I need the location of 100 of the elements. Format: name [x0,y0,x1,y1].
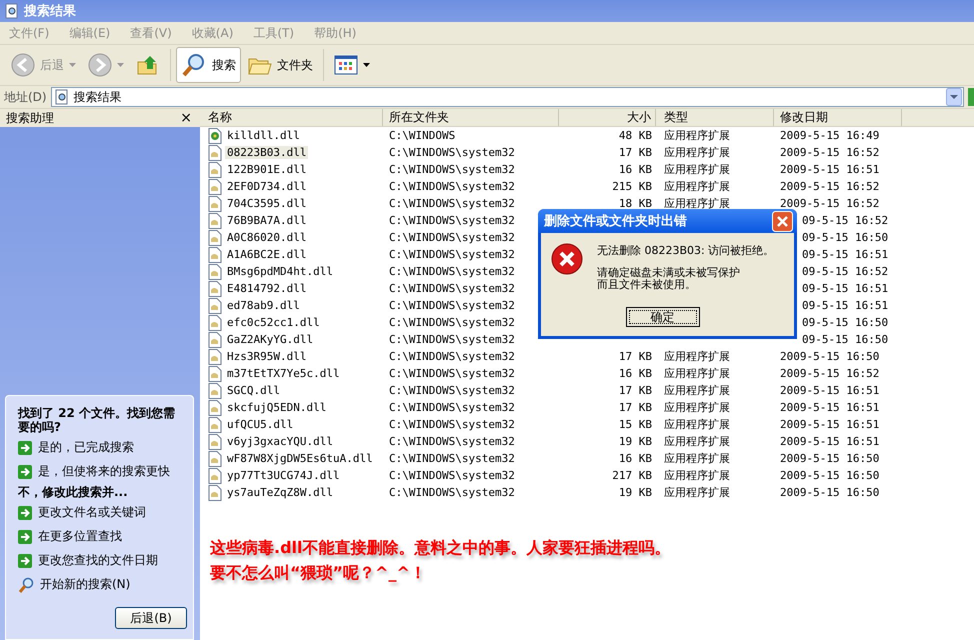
close-icon [772,210,793,232]
error-detail: 而且文件未被使用。 [597,279,697,291]
caret-icon [363,63,370,67]
option-link[interactable]: 更改您查找的文件日期 [38,552,158,569]
table-cell: 217 KB [612,469,652,482]
file-icon [208,246,222,262]
table-cell: C:\WINDOWS\system32 [389,333,515,346]
table-cell: 2009-5-15 16:49 [780,129,880,142]
table-cell: 19 KB [618,435,652,448]
results-heading: 找到了 22 个文件。找到您需要的吗? [18,406,176,434]
section-heading: 不，修改此搜索并... [18,485,129,499]
column-header[interactable]: 大小 [559,109,656,126]
column-header[interactable]: 所在文件夹 [383,109,559,126]
option-link[interactable]: 在更多位置查找 [38,528,122,545]
file-name[interactable]: yp77Tt3UCG74J.dll [225,469,342,482]
table-cell: 09-5-15 16:52 [802,214,888,227]
table-cell: 2009-5-15 16:52 [780,197,880,210]
table-cell: 09-5-15 16:50 [802,316,888,329]
table-cell: 应用程序扩展 [664,367,730,380]
table-cell: 2009-5-15 16:50 [780,469,880,482]
file-name[interactable]: killdll.dll [225,129,302,142]
file-name[interactable]: A1A6BC2E.dll [225,248,308,261]
table-cell: C:\WINDOWS\system32 [389,214,515,227]
table-cell: C:\WINDOWS\system32 [389,384,515,397]
table-cell: 应用程序扩展 [664,418,730,431]
table-cell: 09-5-15 16:50 [802,333,888,346]
column-header[interactable]: 类型 [656,109,774,126]
table-cell: C:\WINDOWS\system32 [389,265,515,278]
table-cell: 2009-5-15 16:50 [780,486,880,499]
table-cell: C:\WINDOWS\system32 [389,418,515,431]
file-icon [208,264,222,280]
file-name[interactable]: ys7auTeZqZ8W.dll [225,486,335,499]
table-cell: 2009-5-15 16:51 [780,401,880,414]
document-search-icon [4,3,20,19]
file-icon [208,366,222,382]
file-icon [208,450,222,466]
dialog-title: 删除文件或文件夹时出错 [544,212,687,230]
file-icon [208,230,222,246]
folders-button[interactable]: 文件夹 [243,47,318,83]
file-icon [208,212,222,228]
table-cell: C:\WINDOWS\system32 [389,435,515,448]
file-name[interactable]: BMsg6pdMD4ht.dll [225,265,335,278]
table-cell: 09-5-15 16:50 [802,231,888,244]
file-name[interactable]: ed78ab9.dll [225,299,302,312]
table-cell: 2009-5-15 16:52 [780,367,880,380]
arrow-icon [18,506,32,520]
table-cell: 17 KB [618,401,652,414]
file-name[interactable]: m37tEtTX7Ye5c.dll [225,367,342,380]
table-cell: 2009-5-15 16:50 [780,452,880,465]
search-icon [18,576,34,592]
error-detail: 请确定磁盘未满或未被写保护 [597,267,741,279]
option-link[interactable]: 更改文件名或关键词 [38,504,146,521]
option-link[interactable]: 是的，已完成搜索 [38,439,134,456]
file-name[interactable]: ufQCU5.dll [225,418,296,431]
table-cell: 应用程序扩展 [664,129,730,142]
table-cell: 2009-5-15 16:51 [780,418,880,431]
close-button[interactable]: × [180,110,192,126]
table-cell: 应用程序扩展 [664,384,730,397]
file-icon [208,314,222,330]
file-name[interactable]: Hzs3R95W.dll [225,350,308,363]
table-cell: C:\WINDOWS\system32 [389,231,515,244]
table-cell: 18 KB [618,197,652,210]
table-cell: 16 KB [618,163,652,176]
search-button[interactable]: 搜索 [176,47,241,83]
annotation-text: 要不怎么叫“猥琐”呢？^_^！ [210,562,427,584]
table-cell: 应用程序扩展 [664,469,730,482]
ok-button[interactable]: 确定 [626,307,700,327]
table-cell: 16 KB [618,452,652,465]
file-name[interactable]: v6yj3gxacYQU.dll [225,435,335,448]
file-name[interactable]: wF87W8XjgDW5Es6tuA.dll [225,452,375,465]
file-name[interactable]: 76B9BA7A.dll [225,214,308,227]
table-cell: C:\WINDOWS\system32 [389,163,515,176]
file-name[interactable]: E4814792.dll [225,282,308,295]
new-search-link[interactable]: 开始新的搜索(N) [40,576,130,593]
file-name[interactable]: 122B901E.dll [225,163,308,176]
table-cell: C:\WINDOWS\system32 [389,469,515,482]
table-cell: 15 KB [618,418,652,431]
file-name[interactable]: GaZ2AKyYG.dll [225,333,316,346]
arrow-icon [18,554,32,568]
option-link[interactable]: 是，但使将来的搜索更快 [38,463,170,480]
file-icon [208,468,222,484]
file-name[interactable]: A0C86020.dll [225,231,308,244]
file-icon [208,434,222,450]
address-field[interactable]: 搜索结果 [50,87,964,107]
column-header[interactable]: 名称 [200,109,383,126]
dropdown-icon [946,88,962,106]
file-name[interactable]: SGCQ.dll [225,384,282,397]
error-icon [551,243,583,275]
file-icon [208,382,222,398]
column-header[interactable]: 修改日期 [774,109,902,126]
file-name[interactable]: 704C3595.dll [225,197,308,210]
file-name[interactable]: skcfujQ5EDN.dll [225,401,328,414]
table-cell: C:\WINDOWS\system32 [389,316,515,329]
file-icon [208,144,222,160]
file-name[interactable]: 2EF0D734.dll [225,180,308,193]
file-name[interactable]: 08223B03.dll [225,146,308,159]
caret-icon [117,63,124,67]
back-button[interactable]: 后退(B) [115,607,187,629]
file-name[interactable]: efc0c52cc1.dll [225,316,322,329]
file-icon [208,332,222,348]
